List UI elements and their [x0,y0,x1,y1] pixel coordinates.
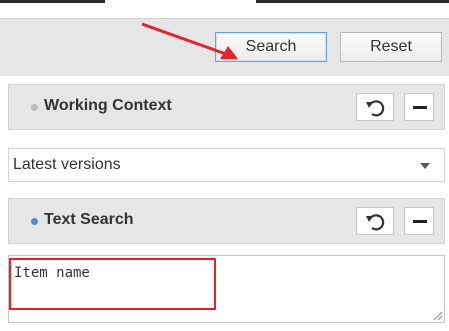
text-search-minimize-button[interactable] [404,207,434,235]
working-context-header[interactable]: Working Context [8,84,445,130]
text-search-header[interactable]: Text Search [8,198,445,244]
working-context-select[interactable]: Latest versions [8,148,445,182]
working-context-minimize-button[interactable] [404,93,434,121]
working-context-title: Working Context [44,97,172,114]
text-search-reset-button[interactable] [356,207,394,235]
annotation-highlight-box [9,258,216,310]
working-context-select-value: Latest versions [13,156,121,173]
reset-icon [366,100,385,117]
chevron-down-icon [420,163,430,169]
annotation-arrow [141,22,238,59]
minimize-icon [413,220,427,223]
working-context-reset-button[interactable] [356,93,394,121]
text-search-title: Text Search [44,211,134,228]
top-divider-right [256,0,449,3]
top-divider-left [0,0,105,3]
reset-button[interactable]: Reset [340,32,442,62]
section-status-dot [31,218,38,225]
reset-icon [366,214,385,231]
section-status-dot [31,104,38,111]
resize-grip-icon[interactable] [432,310,443,321]
minimize-icon [413,106,427,109]
top-strip [0,0,449,18]
